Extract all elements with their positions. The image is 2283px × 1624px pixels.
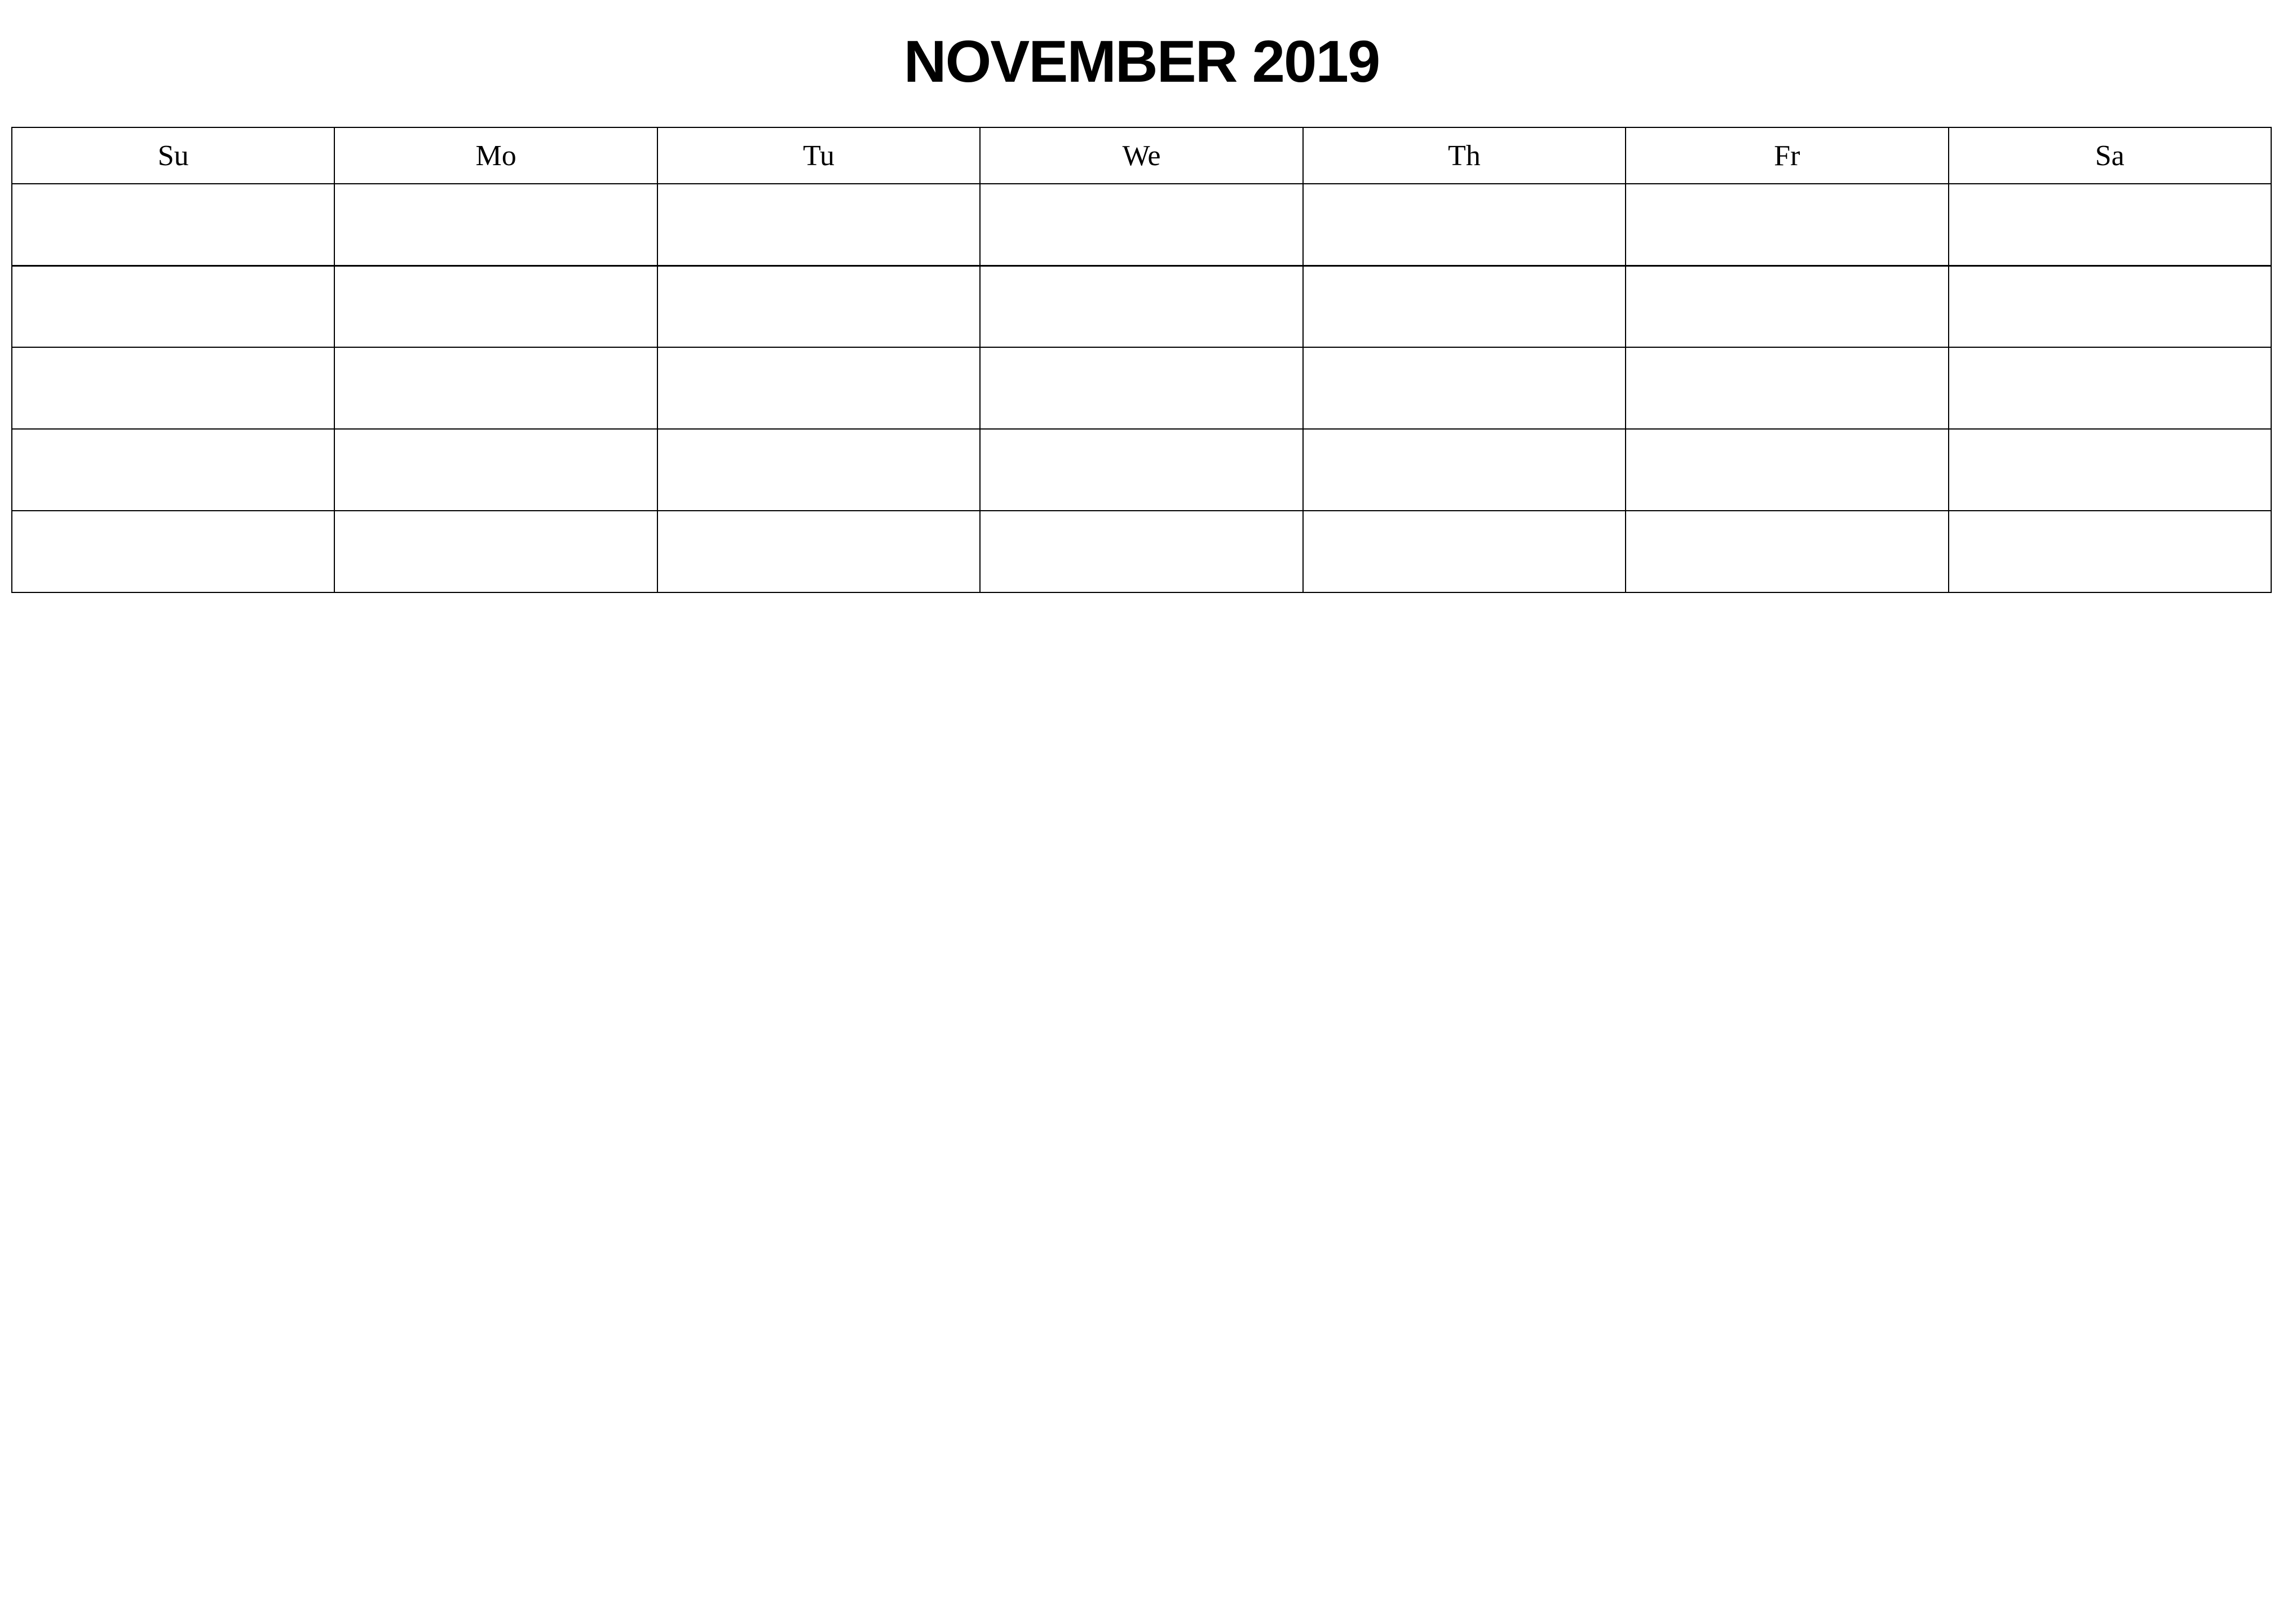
calendar-cell bbox=[12, 347, 334, 429]
calendar-cell bbox=[12, 429, 334, 511]
calendar-cell bbox=[12, 265, 334, 347]
calendar-cell bbox=[657, 511, 980, 592]
calendar-title: NOVEMBER 2019 bbox=[11, 28, 2272, 96]
calendar-cell bbox=[334, 265, 657, 347]
calendar-cell bbox=[334, 511, 657, 592]
calendar-cell bbox=[1949, 265, 2271, 347]
calendar-week-row bbox=[12, 347, 2271, 429]
calendar-cell bbox=[334, 429, 657, 511]
calendar-week-row bbox=[12, 429, 2271, 511]
calendar-cell bbox=[1626, 347, 1948, 429]
calendar-cell bbox=[980, 347, 1302, 429]
calendar-cell bbox=[657, 347, 980, 429]
calendar-grid: Su Mo Tu We Th Fr Sa bbox=[11, 127, 2272, 593]
calendar-cell bbox=[1626, 184, 1948, 265]
day-header-we: We bbox=[980, 127, 1302, 184]
calendar-cell bbox=[1303, 184, 1626, 265]
calendar-week-row bbox=[12, 511, 2271, 592]
day-header-tu: Tu bbox=[657, 127, 980, 184]
calendar-week-row bbox=[12, 184, 2271, 265]
calendar-cell bbox=[980, 429, 1302, 511]
calendar-cell bbox=[657, 265, 980, 347]
calendar-cell bbox=[1949, 429, 2271, 511]
calendar-cell bbox=[1949, 347, 2271, 429]
calendar-header-row: Su Mo Tu We Th Fr Sa bbox=[12, 127, 2271, 184]
calendar-cell bbox=[657, 184, 980, 265]
calendar-cell bbox=[1303, 265, 1626, 347]
calendar-cell bbox=[334, 184, 657, 265]
calendar-cell bbox=[1949, 511, 2271, 592]
calendar-cell bbox=[980, 184, 1302, 265]
calendar-cell bbox=[980, 511, 1302, 592]
day-header-th: Th bbox=[1303, 127, 1626, 184]
calendar-cell bbox=[1303, 511, 1626, 592]
day-header-fr: Fr bbox=[1626, 127, 1948, 184]
calendar-cell bbox=[1303, 347, 1626, 429]
calendar-cell bbox=[1626, 511, 1948, 592]
day-header-mo: Mo bbox=[334, 127, 657, 184]
calendar-cell bbox=[1626, 265, 1948, 347]
calendar-cell bbox=[657, 429, 980, 511]
calendar-cell bbox=[980, 265, 1302, 347]
calendar-cell bbox=[12, 511, 334, 592]
day-header-sa: Sa bbox=[1949, 127, 2271, 184]
calendar-cell bbox=[1303, 429, 1626, 511]
calendar-week-row bbox=[12, 265, 2271, 347]
calendar-cell bbox=[1626, 429, 1948, 511]
calendar-cell bbox=[1949, 184, 2271, 265]
calendar-cell bbox=[334, 347, 657, 429]
calendar-cell bbox=[12, 184, 334, 265]
day-header-su: Su bbox=[12, 127, 334, 184]
